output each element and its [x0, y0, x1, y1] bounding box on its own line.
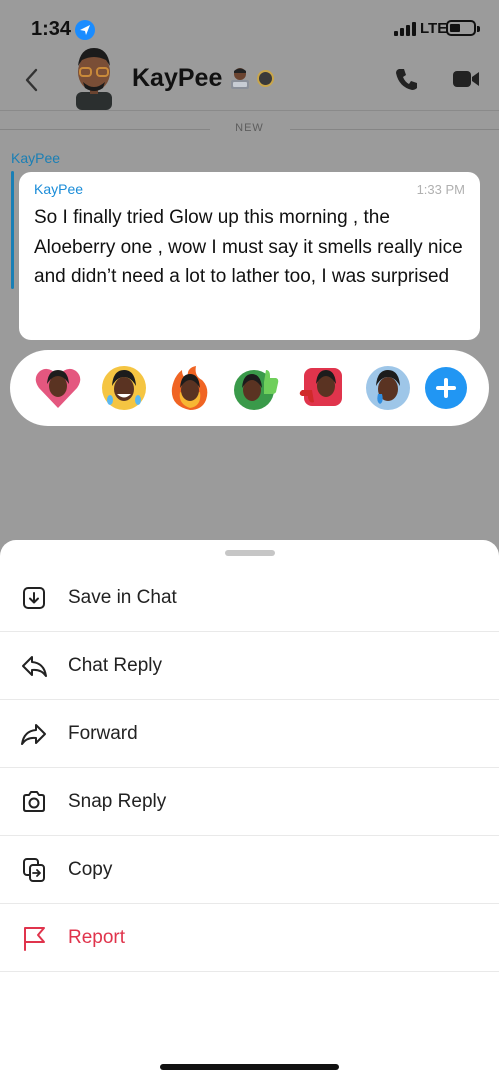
home-indicator[interactable]: [160, 1064, 339, 1070]
signal-icon: [394, 22, 418, 36]
action-sheet: Save in Chat Chat Reply Forward Snap Rep…: [0, 540, 499, 1080]
flag-icon: [24, 927, 45, 951]
contact-name[interactable]: KayPee: [132, 64, 222, 93]
phone-icon[interactable]: [394, 66, 420, 92]
technologist-emoji-icon: [231, 68, 249, 89]
avatar[interactable]: [66, 44, 122, 110]
location-icon: [75, 20, 95, 40]
heart-bitmoji-icon[interactable]: [34, 364, 82, 412]
menu-item-label: Chat Reply: [68, 655, 162, 676]
fire-bitmoji-icon[interactable]: [166, 364, 214, 412]
video-call-icon[interactable]: [452, 68, 480, 90]
crying-bitmoji-icon[interactable]: [364, 364, 412, 412]
sender-accent-bar: [11, 171, 14, 289]
message-text: So I finally tried Glow up this morning …: [34, 207, 463, 287]
sender-name: KayPee: [11, 150, 61, 166]
message-time: 1:33 PM: [416, 182, 465, 197]
back-chevron-icon[interactable]: [22, 66, 42, 94]
reactions-bar: [10, 350, 489, 426]
menu-item-label: Report: [68, 927, 126, 948]
bubble-sender-name: KayPee: [34, 181, 84, 197]
thumbs-up-bitmoji-icon[interactable]: [232, 364, 280, 412]
reply-icon: [22, 656, 47, 677]
menu-item-chat-reply[interactable]: Chat Reply: [0, 632, 499, 700]
copy-icon: [23, 858, 45, 882]
camera-icon: [23, 791, 45, 812]
menu-item-forward[interactable]: Forward: [0, 700, 499, 768]
menu-item-label: Forward: [68, 723, 138, 744]
chat-header: KayPee: [0, 44, 499, 110]
new-messages-separator: NEW: [0, 122, 499, 136]
menu-item-report[interactable]: Report: [0, 904, 499, 972]
new-label: NEW: [235, 122, 264, 134]
menu-item-snap-reply[interactable]: Snap Reply: [0, 768, 499, 836]
status-time: 1:34: [31, 18, 72, 40]
menu-item-label: Save in Chat: [68, 587, 177, 608]
header-divider: [0, 110, 499, 111]
network-label: LTE: [420, 20, 448, 37]
message-bubble[interactable]: KayPee 1:33 PM So I finally tried Glow u…: [19, 172, 480, 340]
save-icon: [23, 587, 45, 609]
menu-item-copy[interactable]: Copy: [0, 836, 499, 904]
menu-item-save-in-chat[interactable]: Save in Chat: [0, 564, 499, 632]
forward-icon: [21, 724, 46, 745]
sheet-drag-handle[interactable]: [225, 550, 275, 556]
menu-item-label: Snap Reply: [68, 791, 167, 812]
thumbs-down-bitmoji-icon[interactable]: [298, 364, 346, 412]
menu-item-label: Copy: [68, 859, 113, 880]
battery-icon: [446, 20, 480, 36]
add-reaction-button[interactable]: [425, 367, 467, 409]
badge-icon: [257, 70, 274, 87]
laughing-tears-bitmoji-icon[interactable]: [100, 364, 148, 412]
